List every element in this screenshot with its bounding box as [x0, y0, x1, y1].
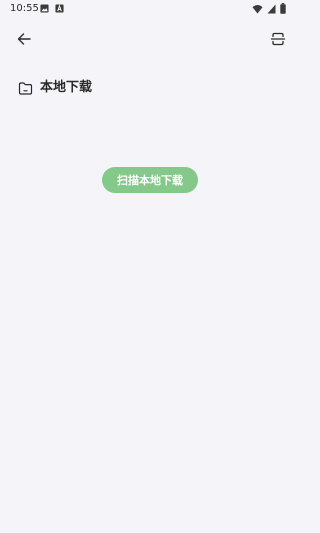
- status-bar: 10:55: [0, 0, 300, 18]
- signal-icon: [267, 4, 276, 13]
- back-button[interactable]: [14, 29, 34, 49]
- wifi-icon: [252, 4, 263, 13]
- section-title: 本地下载: [40, 80, 93, 95]
- top-app-bar: [0, 26, 300, 52]
- scan-action-button[interactable]: [268, 29, 288, 49]
- status-time: 10:55: [10, 3, 39, 14]
- back-arrow-icon: [17, 33, 31, 45]
- local-downloads-header: 本地下载: [18, 78, 92, 98]
- folder-icon: [18, 81, 33, 95]
- battery-icon: [280, 3, 286, 14]
- gallery-icon: [40, 4, 49, 13]
- scan-local-downloads-button[interactable]: 扫描本地下载: [102, 167, 198, 193]
- notification-a-icon: [55, 4, 64, 13]
- status-left-icons: [40, 4, 64, 13]
- status-right-icons: [252, 3, 286, 14]
- scan-icon: [270, 32, 286, 46]
